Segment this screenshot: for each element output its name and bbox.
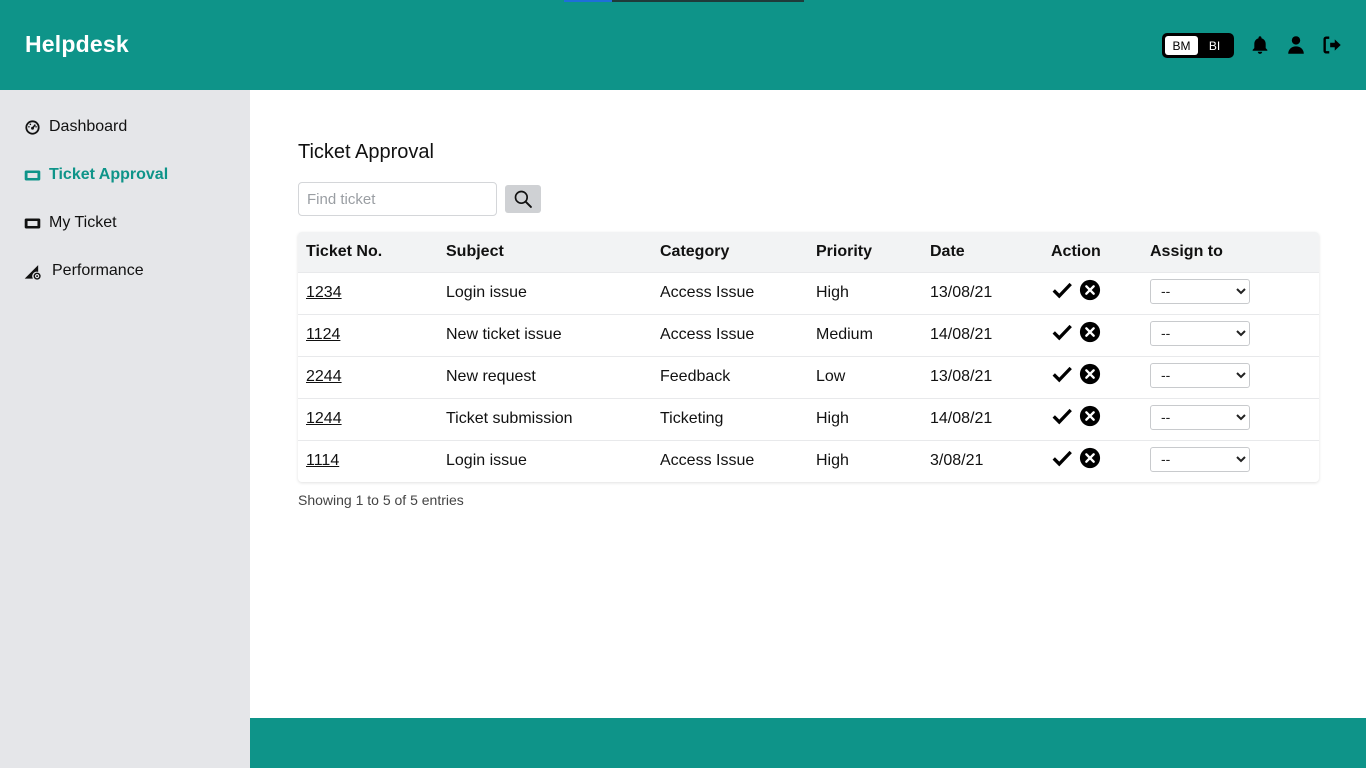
sidebar-item-performance[interactable]: Performance [24,259,144,283]
assign-cell: -- [1142,356,1319,398]
table-row: 2244 New request Feedback Low 13/08/21 -- [298,356,1319,398]
logout-icon[interactable] [1321,34,1343,56]
reject-x-icon[interactable] [1079,321,1101,343]
sidebar-item-label: Dashboard [49,118,128,135]
table-row: 1234 Login issue Access Issue High 13/08/21 -… [298,272,1319,314]
search-button[interactable] [505,185,541,213]
ticket-no-cell: 1124 [298,314,438,356]
column-header-date[interactable]: Date [922,232,1043,272]
ticket-link[interactable]: 2244 [306,368,342,385]
date-cell: 3/08/21 [930,452,984,470]
action-cell [1043,356,1142,398]
action-cell [1043,440,1142,482]
approve-check-icon[interactable] [1051,363,1073,385]
assign-to-select[interactable]: -- [1150,362,1250,388]
ticket-no-cell: 1114 [298,440,438,482]
column-header-priority[interactable]: Priority [808,232,922,272]
subject-cell: Ticket submission [446,410,573,427]
action-cell [1043,398,1142,440]
category-cell: Ticketing [660,410,724,427]
sidebar-item-label: Ticket Approval [49,166,169,183]
user-icon[interactable] [1285,34,1307,56]
sidebar-item-label: My Ticket [49,214,117,231]
priority-cell: Low [816,368,846,385]
action-cell [1043,272,1142,314]
ticket-no-cell: 1244 [298,398,438,440]
ticket-no-cell: 1234 [298,272,438,314]
assign-cell: -- [1142,398,1319,440]
column-header-assign-to: Assign to [1150,242,1223,260]
sidebar: Dashboard Ticket Approval My Ticket Perf… [0,90,250,768]
assign-to-select[interactable]: -- [1150,446,1250,472]
reject-x-icon[interactable] [1079,279,1101,301]
assign-to-select[interactable]: -- [1150,320,1250,346]
table-row: 1244 Ticket submission Ticketing High 14/08/… [298,398,1319,440]
column-header-action: Action [1051,242,1101,260]
date-cell: 14/08/21 [930,410,993,427]
category-cell: Access Issue [660,284,755,301]
category-cell: Access Issue [660,326,755,343]
subject-cell: Login issue [446,452,527,470]
language-option-bm[interactable]: BM [1165,36,1198,55]
column-header-category[interactable]: Category [652,232,808,272]
top-bar: Helpdesk BM BI [0,0,1366,90]
sidebar-item-my-ticket[interactable]: My Ticket [24,211,117,235]
priority-cell: High [816,452,849,470]
category-cell: Access Issue [660,452,755,470]
sidebar-item-ticket-approval[interactable]: Ticket Approval [24,163,168,187]
action-cell [1043,314,1142,356]
approve-check-icon[interactable] [1051,279,1073,301]
approve-check-icon[interactable] [1051,405,1073,427]
assign-to-select[interactable]: -- [1150,278,1250,304]
column-header-subject[interactable]: Subject [438,232,652,272]
ticket-link[interactable]: 1244 [306,410,342,427]
priority-cell: High [816,410,849,427]
sidebar-item-dashboard[interactable]: Dashboard [24,115,127,139]
date-cell: 13/08/21 [930,284,993,301]
approve-check-icon[interactable] [1051,321,1073,343]
ticket-link[interactable]: 1124 [306,326,340,343]
reject-x-icon[interactable] [1079,363,1101,385]
sidebar-item-label: Performance [52,262,144,279]
page-title: Ticket Approval [298,141,434,163]
table-row: 1114 Login issue Access Issue High 3/08/21 -- [298,440,1319,482]
bell-icon[interactable] [1249,34,1271,56]
reject-x-icon[interactable] [1079,447,1101,469]
ticket-table: Ticket No. Subject Category Priority Dat… [298,232,1319,482]
date-cell: 14/08/21 [930,326,993,343]
priority-cell: High [816,284,849,301]
subject-cell: New ticket issue [446,326,562,343]
assign-cell: -- [1142,272,1319,314]
assign-to-select[interactable]: -- [1150,404,1250,430]
date-cell: 13/08/21 [930,368,993,385]
footer [250,718,1366,768]
language-option-bi[interactable]: BI [1198,36,1231,55]
category-cell: Feedback [660,368,731,385]
assign-cell: -- [1142,314,1319,356]
ticket-icon [24,214,42,232]
top-accent-line-dark [612,0,804,2]
dashboard-gauge-icon [24,118,42,136]
approve-check-icon[interactable] [1051,447,1073,469]
column-header-ticket-no[interactable]: Ticket No. [298,232,438,272]
search-icon [514,190,532,208]
assign-cell: -- [1142,440,1319,482]
ticket-icon [24,166,42,184]
table-header-row: Ticket No. Subject Category Priority Dat… [298,232,1319,272]
reject-x-icon[interactable] [1079,405,1101,427]
search-input[interactable] [298,182,497,216]
ticket-link[interactable]: 1234 [306,284,342,301]
entries-info: Showing 1 to 5 of 5 entries [298,492,464,508]
priority-cell: Medium [816,326,873,343]
ticket-link[interactable]: 1114 [306,452,339,469]
app-title: Helpdesk [25,31,129,57]
subject-cell: Login issue [446,284,527,301]
performance-chart-icon [24,262,42,280]
ticket-no-cell: 2244 [298,356,438,398]
language-toggle[interactable]: BM BI [1162,33,1234,58]
table-row: 1124 New ticket issue Access Issue Medium 14… [298,314,1319,356]
subject-cell: New request [446,368,536,385]
top-accent-line [564,0,612,2]
